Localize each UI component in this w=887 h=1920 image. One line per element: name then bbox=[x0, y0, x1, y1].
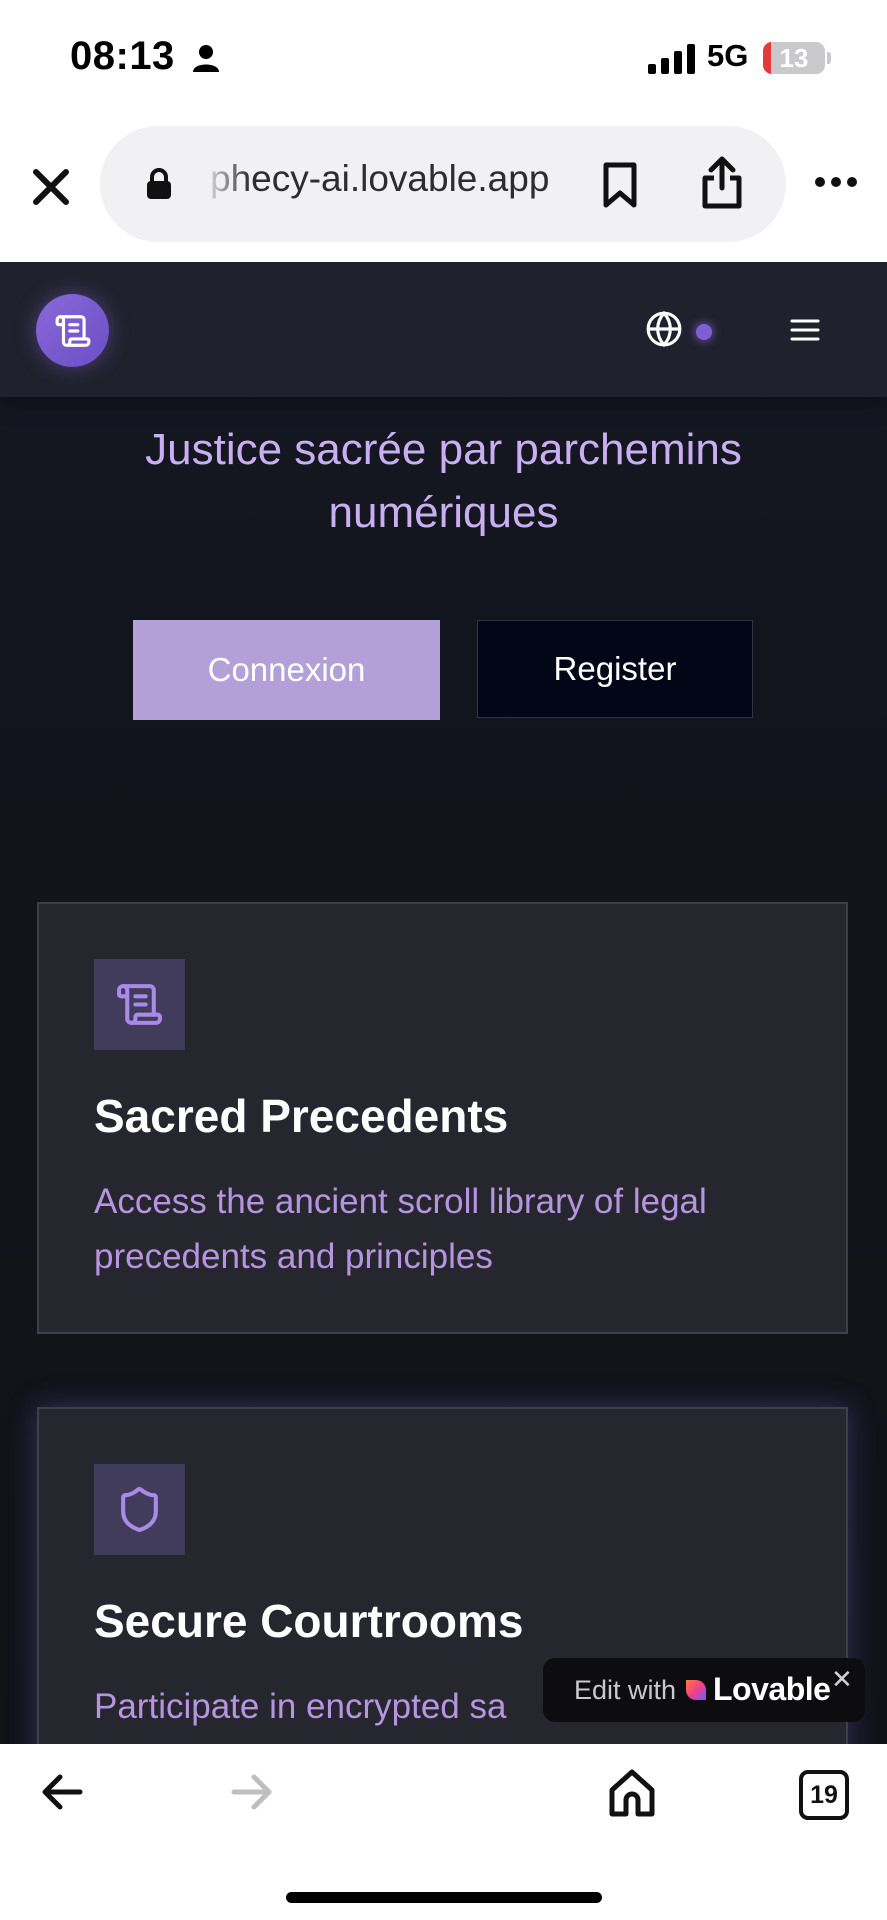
back-arrow-icon[interactable] bbox=[40, 1772, 84, 1812]
site-header bbox=[0, 262, 887, 397]
forward-arrow-icon[interactable] bbox=[230, 1772, 274, 1812]
hamburger-menu-icon[interactable] bbox=[790, 318, 820, 342]
browser-toolbar: 19 bbox=[0, 1744, 887, 1920]
lock-icon bbox=[147, 168, 171, 199]
badge-close-button[interactable]: ✕ bbox=[831, 1664, 853, 1695]
card-icon-box bbox=[94, 959, 185, 1050]
web-content: Justice sacrée par parchemins numériques… bbox=[0, 262, 887, 1744]
status-time: 08:13 bbox=[70, 34, 175, 78]
shield-icon bbox=[121, 1487, 158, 1532]
more-icon[interactable] bbox=[814, 176, 858, 188]
battery-icon: 13 bbox=[763, 42, 825, 74]
tabs-icon[interactable]: 19 bbox=[799, 1770, 849, 1820]
language-indicator-dot bbox=[696, 324, 712, 340]
edit-with-lovable-badge[interactable]: Edit with Lovable ✕ bbox=[543, 1658, 865, 1722]
home-indicator bbox=[286, 1892, 602, 1903]
scroll-icon bbox=[117, 984, 162, 1025]
login-button[interactable]: Connexion bbox=[133, 620, 440, 720]
edit-with-label: Edit with bbox=[574, 1675, 677, 1705]
status-bar: 08:13 5G 13 bbox=[0, 0, 887, 120]
globe-icon[interactable] bbox=[645, 310, 683, 348]
network-type: 5G bbox=[707, 38, 749, 73]
person-icon bbox=[193, 45, 219, 72]
scroll-icon bbox=[55, 315, 91, 347]
feature-card-sacred-precedents: Sacred Precedents Access the ancient scr… bbox=[37, 902, 848, 1334]
lovable-heart-icon bbox=[686, 1680, 706, 1700]
home-icon[interactable] bbox=[607, 1768, 657, 1818]
share-icon[interactable] bbox=[700, 156, 744, 210]
card-description: Access the ancient scroll library of leg… bbox=[94, 1182, 707, 1276]
battery-nub bbox=[827, 52, 831, 64]
card-title: Secure Courtrooms bbox=[94, 1595, 524, 1647]
tab-count: 19 bbox=[810, 1781, 838, 1809]
bookmark-icon[interactable] bbox=[602, 162, 638, 208]
battery-percent: 13 bbox=[779, 43, 809, 73]
register-button[interactable]: Register bbox=[477, 620, 753, 718]
url-text[interactable]: phecy-ai.lovable.app bbox=[210, 158, 670, 200]
cellular-signal-icon bbox=[648, 44, 695, 74]
address-field[interactable]: phecy-ai.lovable.app bbox=[100, 126, 786, 242]
close-icon[interactable] bbox=[26, 162, 76, 212]
hero-tagline: Justice sacrée par parchemins numériques bbox=[145, 425, 742, 537]
browser-url-bar: phecy-ai.lovable.app bbox=[0, 120, 887, 262]
site-logo[interactable] bbox=[36, 294, 109, 367]
lovable-brand: Lovable bbox=[713, 1671, 831, 1707]
card-icon-box bbox=[94, 1464, 185, 1555]
card-title: Sacred Precedents bbox=[94, 1090, 509, 1142]
